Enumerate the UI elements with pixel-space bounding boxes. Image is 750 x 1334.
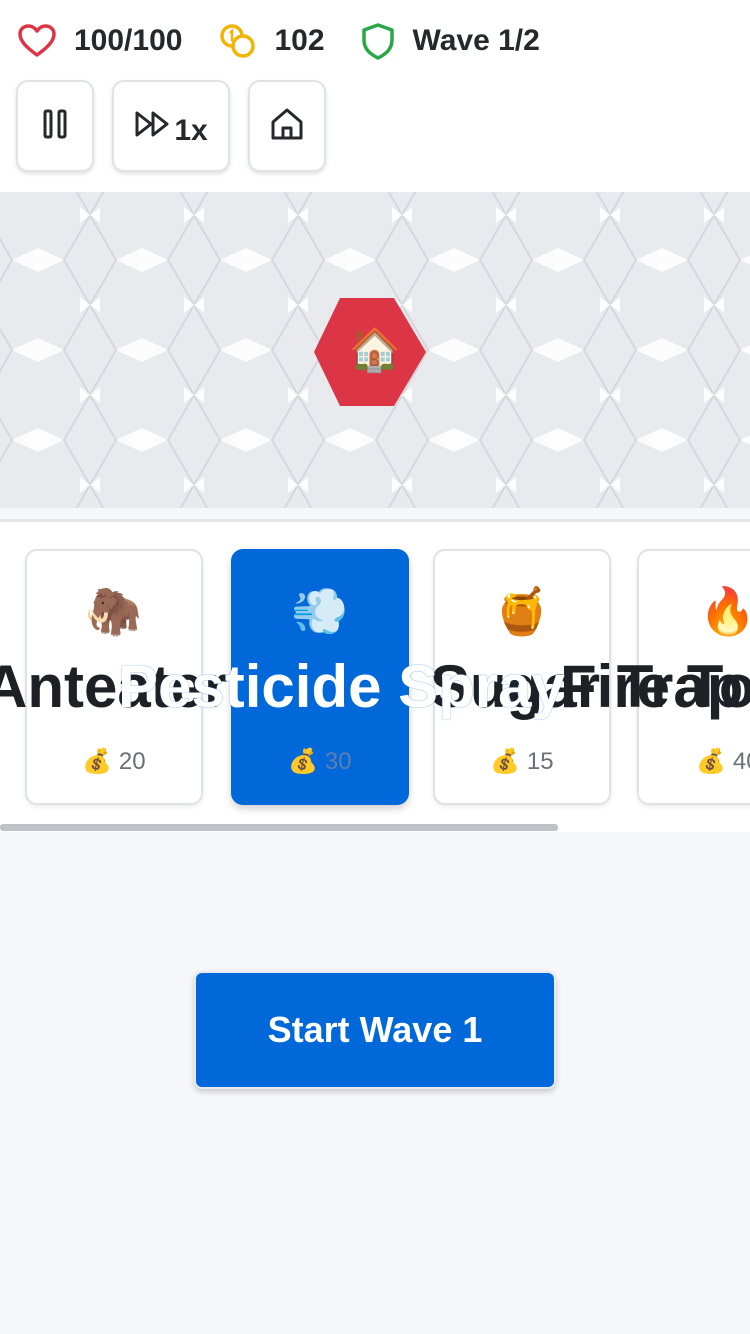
speed-button[interactable]: 1x <box>112 80 230 172</box>
tower-name: Fire Tower <box>560 653 750 720</box>
home-button[interactable] <box>248 80 326 172</box>
tower-name-labels: Anteater Sugar Trap Fire Tower Pesticide… <box>0 522 750 832</box>
fast-forward-icon <box>134 110 172 143</box>
home-icon <box>269 107 305 146</box>
stats-row: 100/100 102 Wave 1/2 <box>18 20 576 62</box>
coins-stat: 102 <box>218 23 325 59</box>
tray-scrollbar[interactable] <box>0 824 558 831</box>
wave-stat: Wave 1/2 <box>361 22 540 60</box>
start-wave-button[interactable]: Start Wave 1 <box>194 971 556 1089</box>
health-value: 100/100 <box>74 24 183 57</box>
game-map[interactable]: 🏠 <box>0 192 750 508</box>
pause-icon <box>42 108 68 145</box>
speed-label: 1x <box>174 114 208 147</box>
coins-value: 102 <box>274 24 325 57</box>
tower-name: Pesticide Spray <box>118 653 565 720</box>
top-bar: 100/100 102 Wave 1/2 1x <box>0 0 750 192</box>
heart-icon <box>18 24 56 58</box>
base-icon: 🏠 <box>348 326 402 373</box>
wave-value: Wave 1/2 <box>412 24 540 57</box>
shield-icon <box>361 22 395 60</box>
controls-row: 1x <box>16 80 344 172</box>
coins-icon <box>218 23 256 59</box>
health-stat: 100/100 <box>18 24 182 58</box>
pause-button[interactable] <box>16 80 94 172</box>
tower-tray[interactable]: 🦣 💰 20 💨 💰 30 🍯 💰 15 🔥 💰 40 Anteater Sug… <box>0 522 750 832</box>
